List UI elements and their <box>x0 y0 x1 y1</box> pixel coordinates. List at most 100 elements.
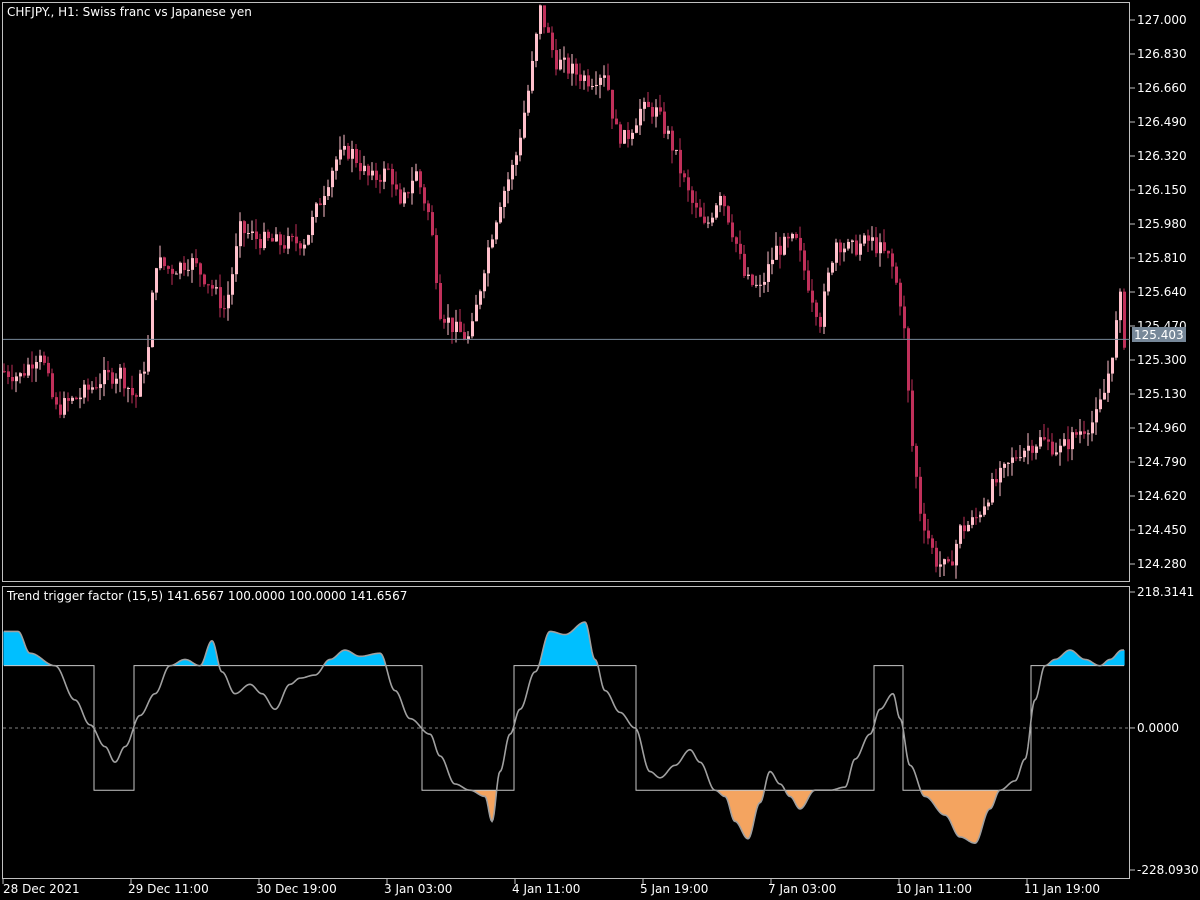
candle-body <box>331 170 334 188</box>
candle-body <box>611 89 614 119</box>
candle-body <box>875 237 878 254</box>
candle-body <box>423 187 426 204</box>
candle-body <box>515 155 518 165</box>
candle-body <box>647 101 650 108</box>
candle-body <box>943 559 946 565</box>
time-axis: 28 Dec 2021 29 Dec 11:00 30 Dec 19:00 3 Jan… <box>2 879 1100 896</box>
candle-body <box>863 235 866 244</box>
candle-body <box>839 242 842 253</box>
price-panel[interactable] <box>2 2 1130 582</box>
candle-body <box>563 57 566 60</box>
candle-body <box>251 231 254 234</box>
candle-body <box>1043 437 1046 440</box>
candle-body <box>371 170 374 176</box>
price-tick-label: 125.810 <box>1137 251 1187 265</box>
candle-body <box>159 257 162 269</box>
candle-body <box>171 268 174 274</box>
candle-body <box>439 282 442 319</box>
time-tick-label: 7 Jan 03:00 <box>768 882 836 896</box>
candle-body <box>435 235 438 283</box>
candle-body <box>1107 373 1110 393</box>
candle-body <box>291 236 294 238</box>
candle-body <box>1039 437 1042 447</box>
candle-body <box>123 367 126 389</box>
candle-body <box>503 190 506 207</box>
candle-body <box>695 202 698 208</box>
candle-body <box>1059 445 1062 453</box>
candle-body <box>479 291 482 305</box>
indicator-tick-label: 218.3141 <box>1137 585 1194 599</box>
candle-body <box>1051 441 1054 455</box>
current-price-tag: 125.403 <box>1134 328 1184 342</box>
candle-body <box>791 233 794 239</box>
time-tick-label: 3 Jan 03:00 <box>384 882 452 896</box>
candle-body <box>475 304 478 322</box>
candle-body <box>491 239 494 248</box>
candle-body <box>991 479 994 503</box>
candle-body <box>155 268 158 293</box>
candle-body <box>575 63 578 75</box>
candle-body <box>395 184 398 190</box>
candle-body <box>1015 457 1018 459</box>
candle-body <box>203 274 206 285</box>
time-tick-label: 30 Dec 19:00 <box>256 882 337 896</box>
candle-body <box>635 125 638 133</box>
candle-body <box>975 517 978 519</box>
candle-body <box>775 245 778 260</box>
candle-body <box>391 169 394 185</box>
candle-body <box>783 236 786 255</box>
candle-body <box>867 235 870 241</box>
candle-body <box>283 245 286 249</box>
candle-body <box>855 240 858 255</box>
candle-body <box>343 145 346 150</box>
candle-body <box>719 195 722 206</box>
candle-body <box>431 212 434 236</box>
candle-body <box>179 262 182 274</box>
candle-body <box>1055 452 1058 455</box>
candle-body <box>1119 291 1122 321</box>
candle-body <box>995 479 998 483</box>
candle-body <box>23 373 26 376</box>
price-axis: 127.000 126.830 126.660 126.490 126.320 126.1… <box>1130 13 1187 571</box>
candle-body <box>531 60 534 91</box>
price-tick-label: 124.620 <box>1137 489 1187 503</box>
candle-body <box>651 107 654 117</box>
candle-body <box>223 308 226 310</box>
candle-body <box>307 235 310 245</box>
candle-body <box>827 272 830 292</box>
candle-body <box>543 5 546 28</box>
candle-body <box>711 217 714 223</box>
candle-body <box>147 347 150 372</box>
candle-body <box>55 397 58 405</box>
candle-body <box>955 543 958 566</box>
candle-body <box>935 547 938 567</box>
candle-body <box>963 525 966 532</box>
candle-body <box>767 264 770 282</box>
candle-body <box>731 222 734 238</box>
candle-body <box>67 398 70 401</box>
candle-body <box>571 63 574 74</box>
price-tick-label: 125.980 <box>1137 217 1187 231</box>
candle-body <box>551 32 554 51</box>
candle-body <box>675 149 678 151</box>
candle-body <box>687 177 690 191</box>
candle-body <box>879 242 882 254</box>
candle-body <box>799 237 802 251</box>
candle-body <box>451 317 454 332</box>
candle-body <box>587 75 590 87</box>
candle-body <box>83 384 86 398</box>
candle-body <box>387 168 390 170</box>
candle-body <box>999 467 1002 483</box>
candle-body <box>323 196 326 205</box>
candle-body <box>691 190 694 203</box>
candle-body <box>763 281 766 285</box>
time-tick-label: 11 Jan 19:00 <box>1024 882 1100 896</box>
candle-body <box>667 130 670 134</box>
chart-canvas[interactable]: CHFJPY., H1: Swiss franc vs Japanese yen… <box>0 0 1200 900</box>
candle-body <box>507 179 510 191</box>
candle-body <box>79 397 82 400</box>
candle-body <box>255 231 258 240</box>
candle-body <box>375 170 378 180</box>
candle-body <box>619 124 622 144</box>
candle-body <box>567 57 570 74</box>
